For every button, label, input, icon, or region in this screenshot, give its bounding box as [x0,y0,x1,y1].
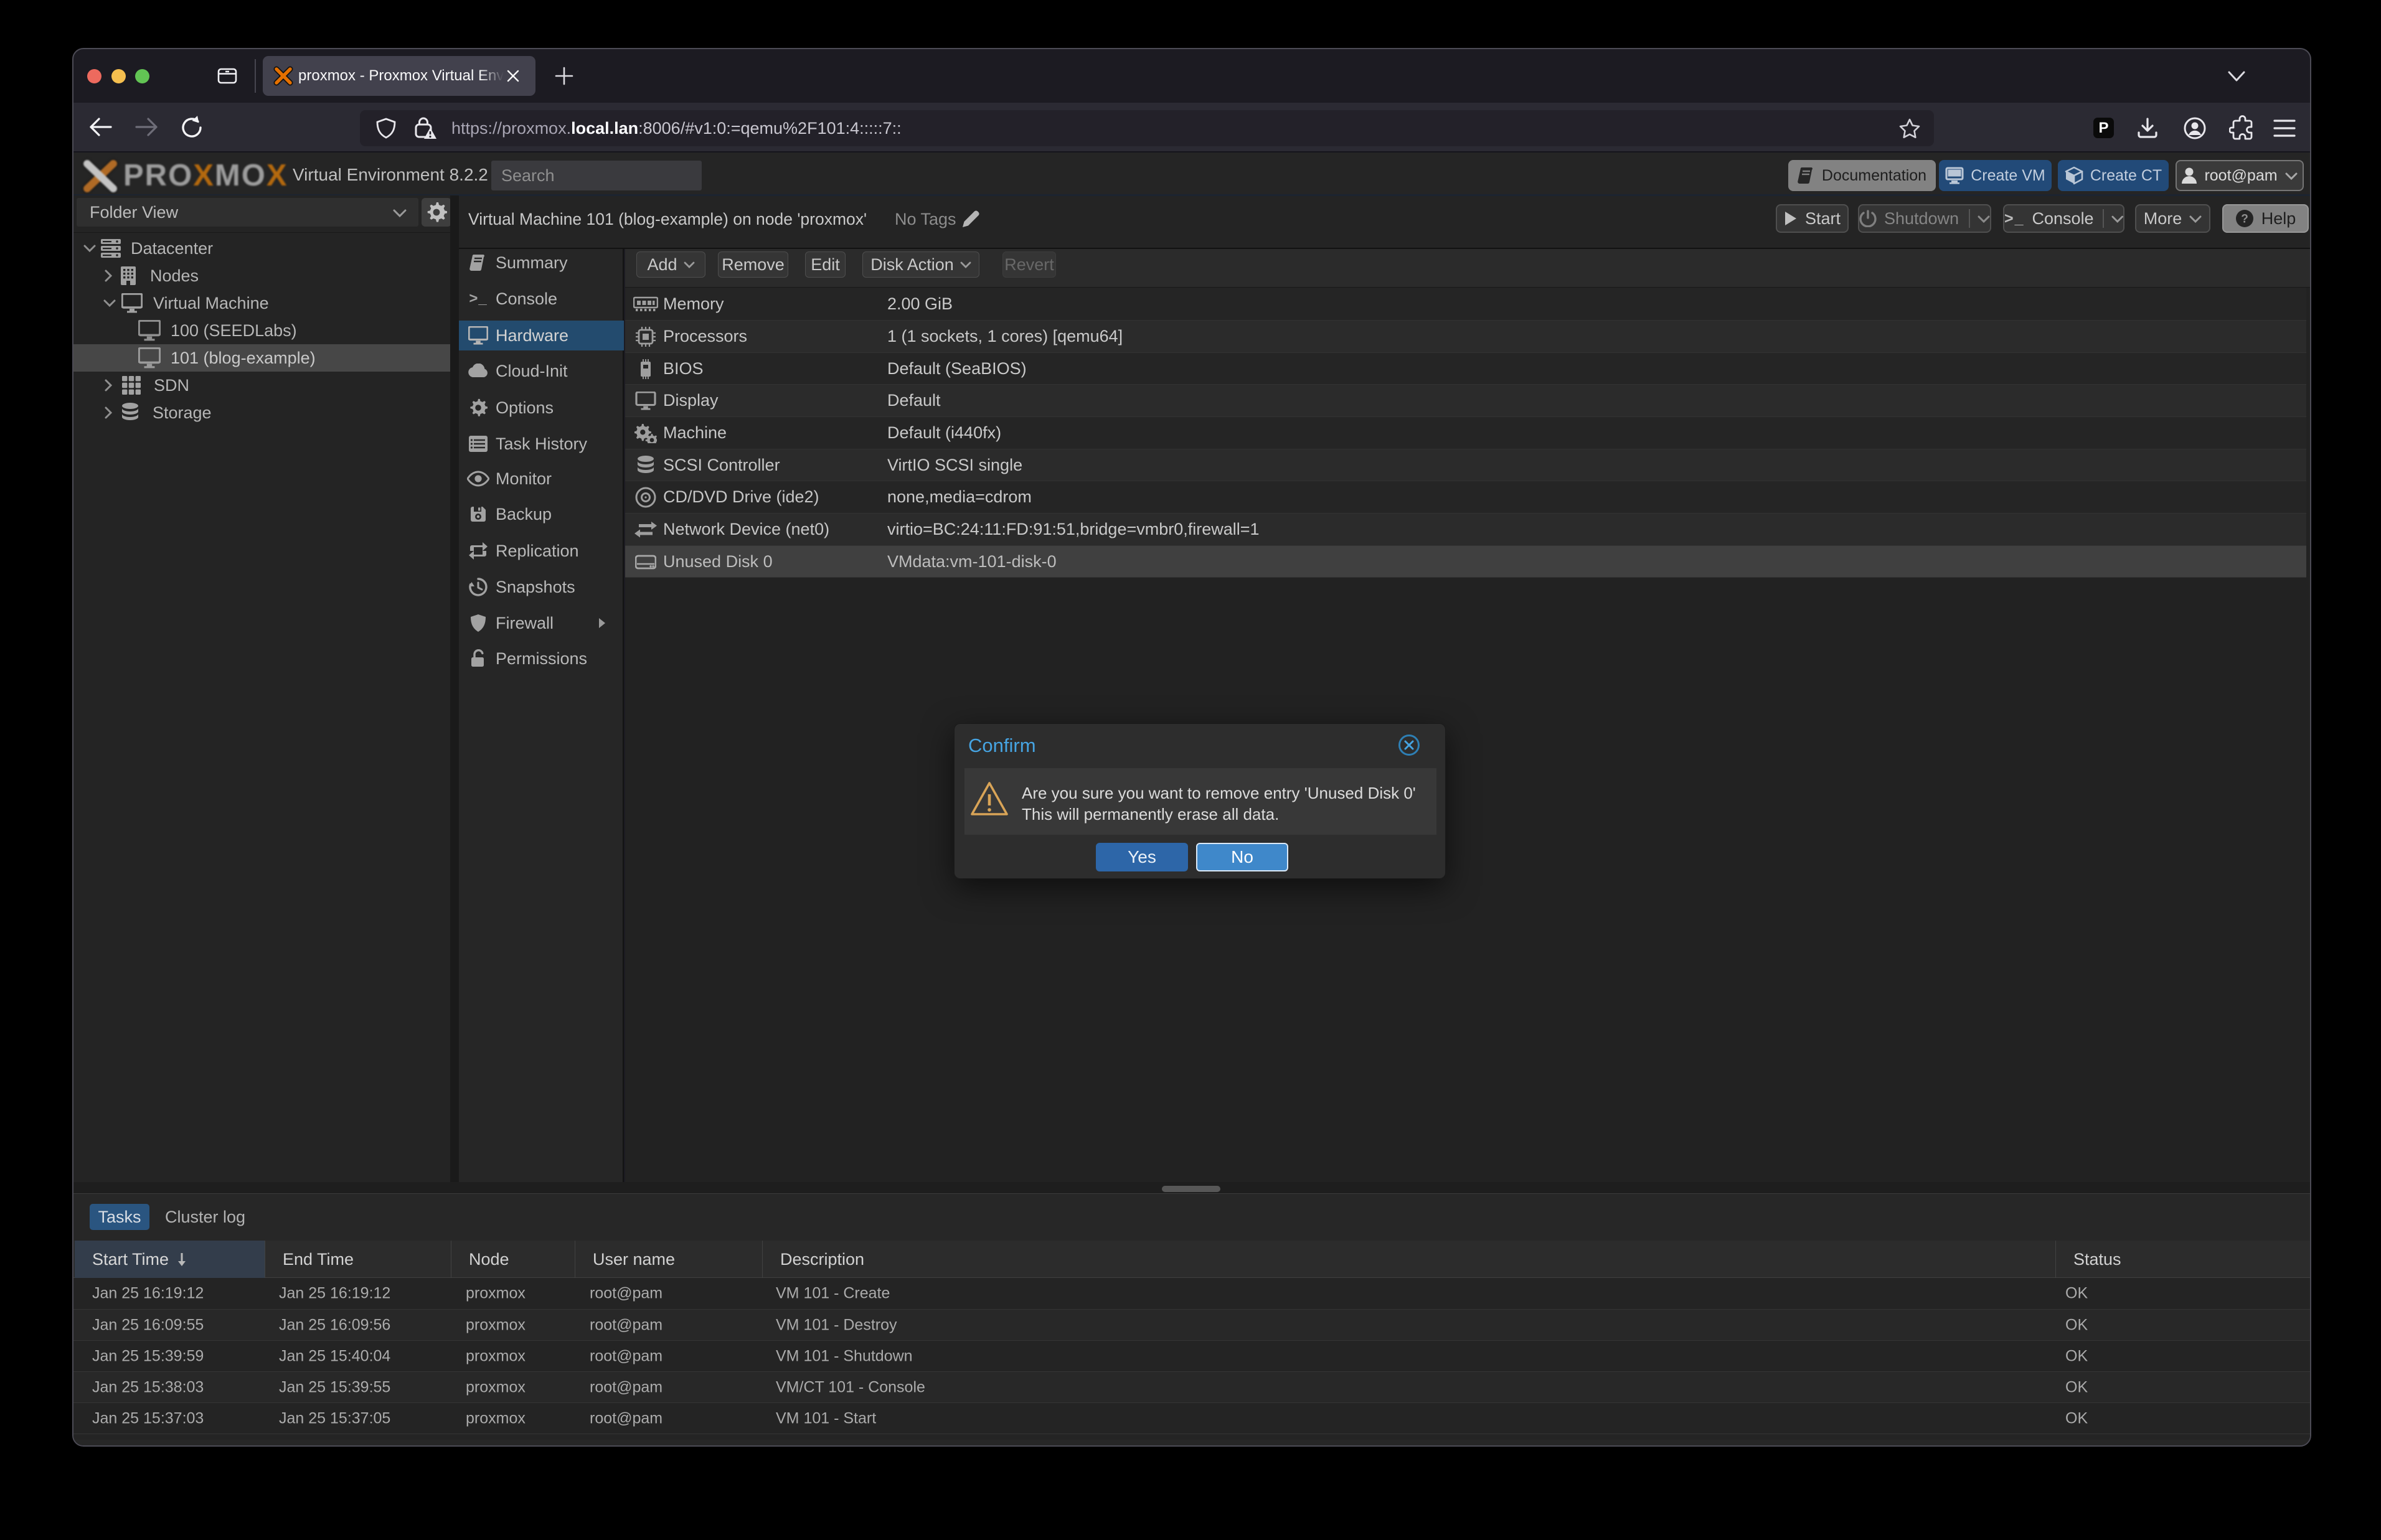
svg-text:?: ? [2241,213,2248,226]
